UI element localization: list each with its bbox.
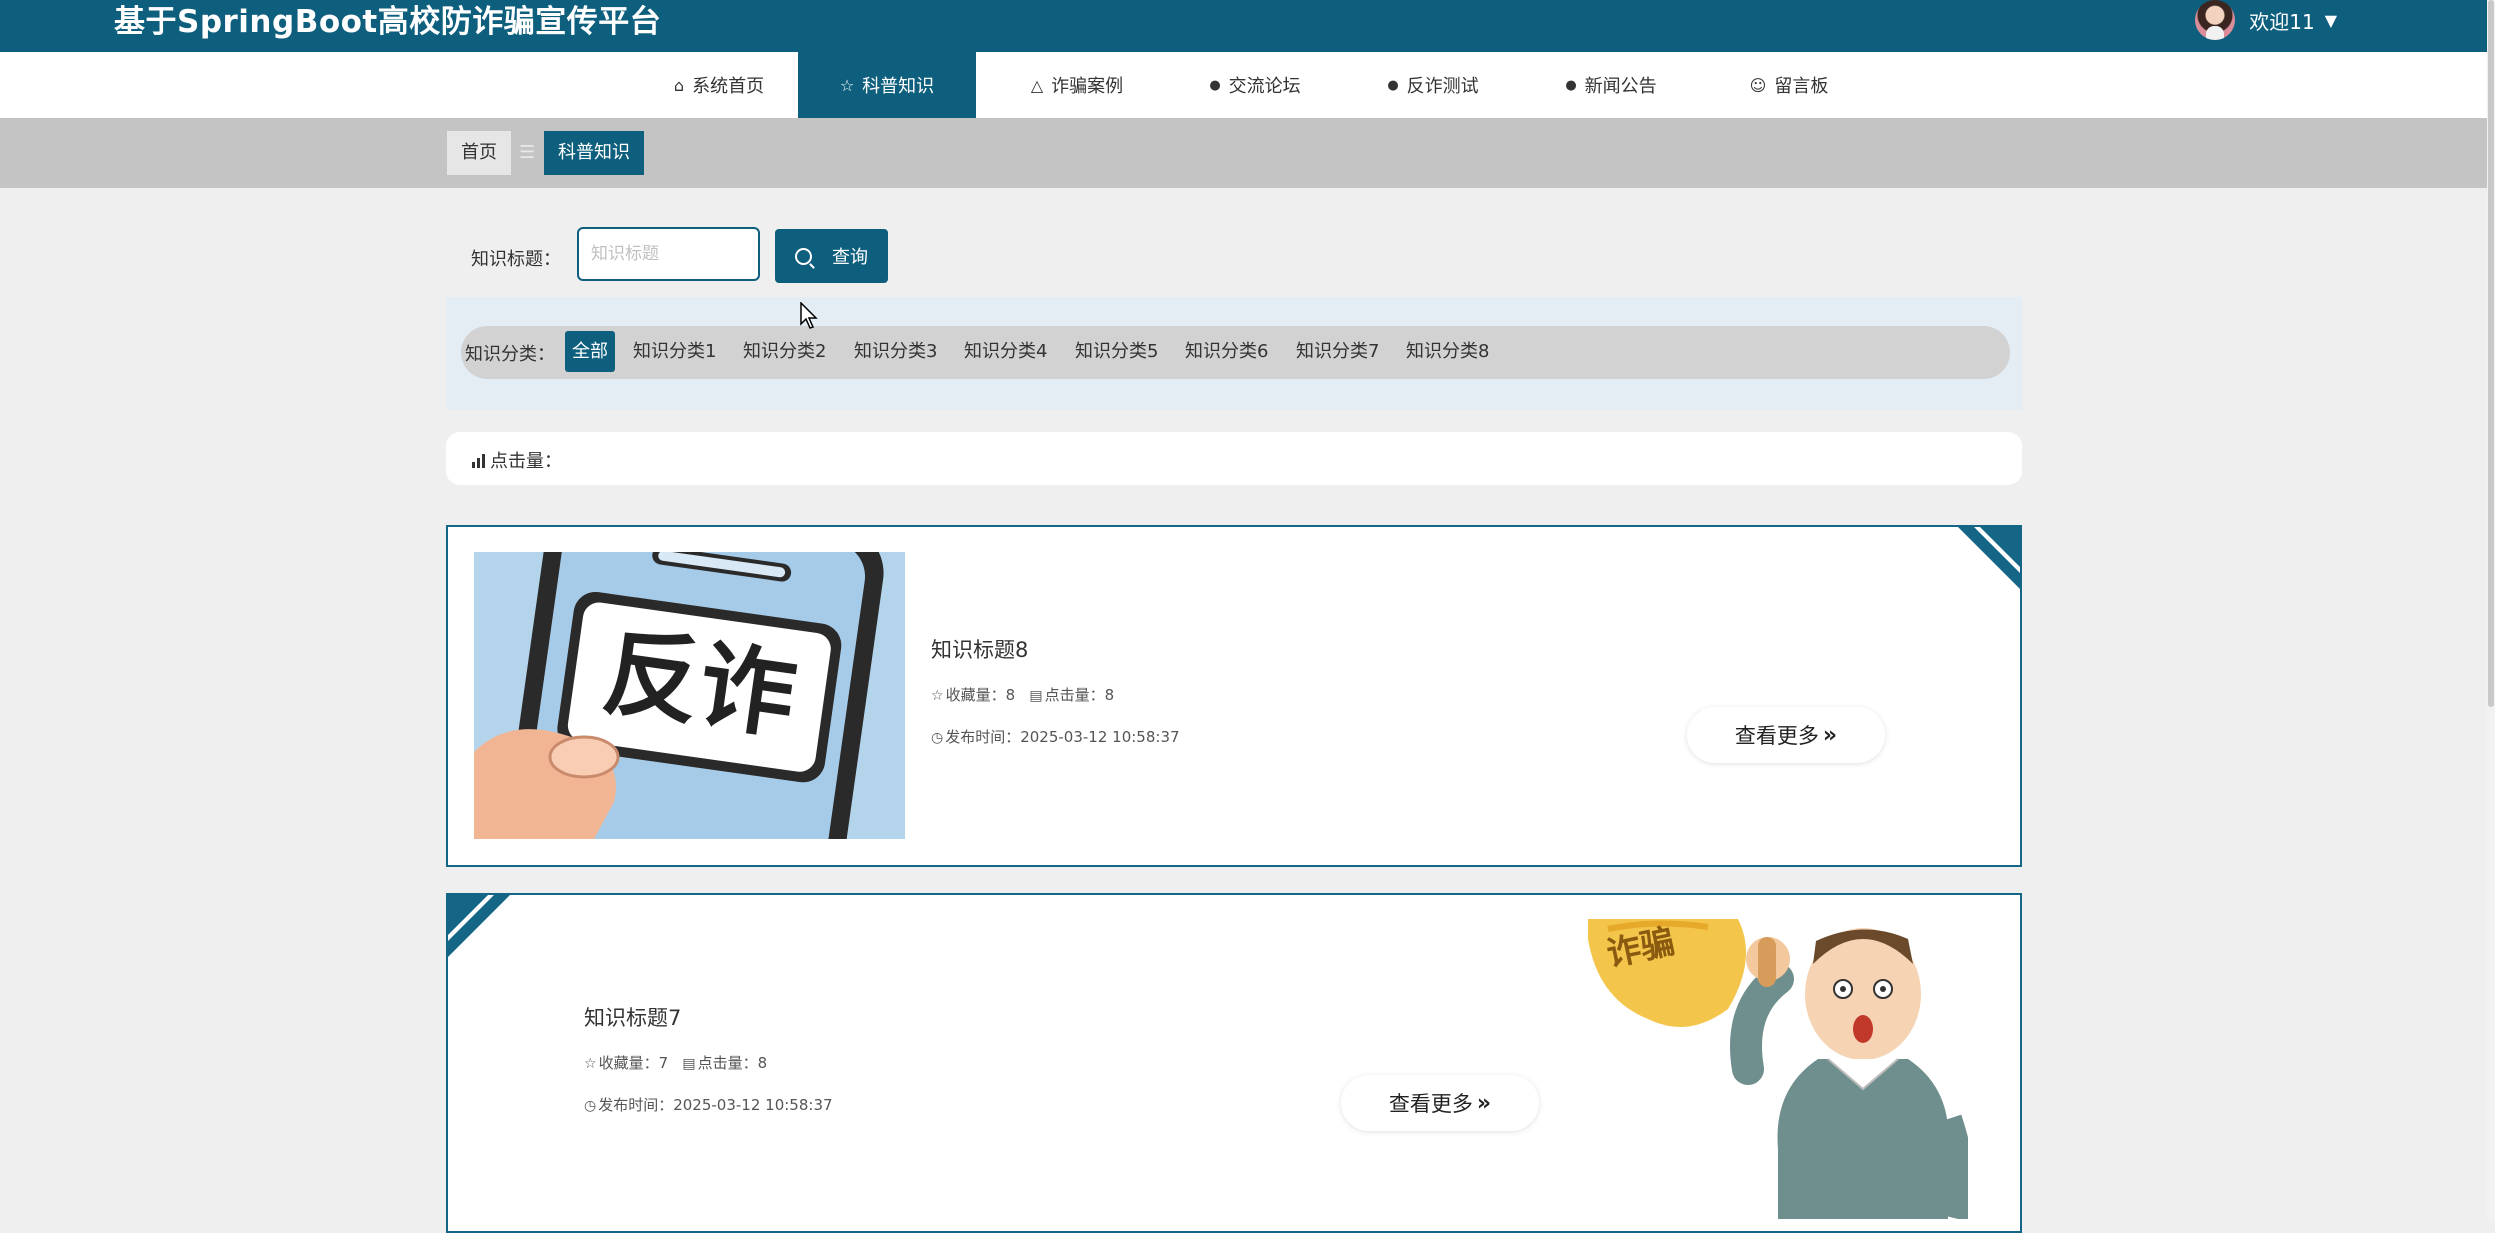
corner-decoration-core <box>448 895 488 935</box>
mouse-cursor-icon <box>800 302 818 329</box>
anti-fraud-phone-illustration: 反诈 <box>474 552 905 839</box>
star-icon: ☆ <box>584 1056 597 1072</box>
breadcrumb: 首页 ☰ 科普知识 <box>0 118 2487 188</box>
bag-icon: △ <box>1030 75 1044 95</box>
user-menu[interactable]: 欢迎11 ▼ <box>2195 0 2337 40</box>
search-icon <box>795 247 812 265</box>
knowledge-card[interactable]: 反诈 知识标题8 ☆ 收藏量：8 ▤ 点击量：8 ◷ 发布时间：2025-03-12 … <box>446 525 2022 867</box>
top-header: 基于SpringBoot高校防诈骗宣传平台 欢迎11 ▼ <box>0 0 2487 52</box>
favorites-count: 收藏量：7 <box>598 1054 669 1072</box>
category-item-4[interactable]: 知识分类4 <box>964 331 1047 372</box>
nav-label: 新闻公告 <box>1584 76 1657 97</box>
search-button[interactable]: 查询 <box>775 229 888 283</box>
knowledge-card[interactable]: 知识标题7 ☆ 收藏量：7 ▤ 点击量：8 ◷ 发布时间：2025-03-12 10:… <box>446 893 2022 1233</box>
question-circle-icon: ● <box>1387 77 1399 93</box>
smile-icon: ☺ <box>1749 75 1767 95</box>
category-item-1[interactable]: 知识分类1 <box>633 331 716 372</box>
star-icon: ☆ <box>931 688 944 704</box>
nav-item-home[interactable]: ⌂ 系统首页 <box>630 52 808 118</box>
view-more-button[interactable]: 查看更多» <box>1687 707 1885 763</box>
nav-label: 交流论坛 <box>1228 76 1301 97</box>
search-input[interactable] <box>577 227 760 281</box>
document-icon: ▤ <box>682 1056 696 1072</box>
sort-by-clicks-label: 点击量： <box>490 451 562 472</box>
card-time: ◷ 发布时间：2025-03-12 10:58:37 <box>931 726 1180 747</box>
scrollbar-thumb[interactable] <box>2488 0 2494 707</box>
category-item-5[interactable]: 知识分类5 <box>1075 331 1158 372</box>
nav-item-news[interactable]: ● 新闻公告 <box>1522 52 1700 118</box>
category-item-7[interactable]: 知识分类7 <box>1296 331 1379 372</box>
alert-circle-icon: ● <box>1209 77 1221 93</box>
site-title: 基于SpringBoot高校防诈骗宣传平台 <box>114 4 662 40</box>
nav-item-knowledge[interactable]: ☆ 科普知识 <box>798 52 976 118</box>
nav-label: 反诈测试 <box>1406 76 1479 97</box>
home-icon: ⌂ <box>673 75 685 95</box>
nav-label: 系统首页 <box>692 76 765 97</box>
category-item-2[interactable]: 知识分类2 <box>743 331 826 372</box>
view-more-label: 查看更多 <box>1734 724 1819 748</box>
sort-bar <box>446 432 2022 485</box>
info-circle-icon: ● <box>1565 77 1577 93</box>
nav-item-forum[interactable]: ● 交流论坛 <box>1166 52 1344 118</box>
clicks-count: 点击量：8 <box>1044 686 1115 704</box>
corner-decoration-core <box>1980 527 2020 567</box>
favorites-count: 收藏量：8 <box>945 686 1016 704</box>
nav-item-fraud-cases[interactable]: △ 诈骗案例 <box>988 52 1166 118</box>
publish-time: 发布时间：2025-03-12 10:58:37 <box>945 728 1180 746</box>
bar-chart-icon <box>472 454 488 468</box>
clock-icon: ◷ <box>931 730 944 746</box>
welcome-text[interactable]: 欢迎11 <box>2249 6 2314 35</box>
view-more-label: 查看更多 <box>1388 1092 1473 1116</box>
card-stats: ☆ 收藏量：7 ▤ 点击量：8 <box>584 1052 767 1073</box>
main-nav: ⌂ 系统首页 ☆ 科普知识 △ 诈骗案例 ● 交流论坛 ● 反诈测试 ● 新闻公… <box>0 52 2487 118</box>
nav-item-message-board[interactable]: ☺ 留言板 <box>1700 52 1878 118</box>
double-chevron-right-icon: » <box>1476 1090 1492 1116</box>
category-item-3[interactable]: 知识分类3 <box>854 331 937 372</box>
nav-label: 留言板 <box>1774 76 1829 97</box>
category-item-6[interactable]: 知识分类6 <box>1185 331 1268 372</box>
card-stats: ☆ 收藏量：8 ▤ 点击量：8 <box>931 684 1114 705</box>
clock-icon: ◷ <box>584 1098 597 1114</box>
search-label: 知识标题： <box>471 249 561 270</box>
card-image[interactable]: 诈骗 <box>1588 919 1976 1223</box>
fraud-call-man-illustration: 诈骗 <box>1588 919 1976 1223</box>
category-item-8[interactable]: 知识分类8 <box>1406 331 1489 372</box>
double-chevron-right-icon: » <box>1822 722 1838 748</box>
nav-label: 科普知识 <box>862 76 935 97</box>
clicks-count: 点击量：8 <box>697 1054 768 1072</box>
card-image[interactable]: 反诈 <box>474 552 905 839</box>
card-time: ◷ 发布时间：2025-03-12 10:58:37 <box>584 1094 833 1115</box>
view-more-button[interactable]: 查看更多» <box>1341 1075 1539 1131</box>
chevron-down-icon[interactable]: ▼ <box>2325 11 2337 30</box>
nav-item-anti-fraud-test[interactable]: ● 反诈测试 <box>1344 52 1522 118</box>
breadcrumb-home[interactable]: 首页 <box>447 131 511 175</box>
user-avatar[interactable] <box>2195 0 2236 40</box>
category-item-all[interactable]: 全部 <box>565 331 615 372</box>
publish-time: 发布时间：2025-03-12 10:58:37 <box>598 1096 833 1114</box>
card-title[interactable]: 知识标题7 <box>584 1002 681 1032</box>
star-icon: ☆ <box>839 75 855 95</box>
search-button-label: 查询 <box>832 247 868 268</box>
category-label: 知识分类： <box>465 344 555 365</box>
nav-label: 诈骗案例 <box>1051 76 1124 97</box>
sort-by-clicks[interactable]: 点击量： <box>472 447 562 473</box>
card-title[interactable]: 知识标题8 <box>931 634 1028 664</box>
breadcrumb-current: 科普知识 <box>544 131 644 175</box>
breadcrumb-separator-icon: ☰ <box>519 142 536 163</box>
document-icon: ▤ <box>1029 688 1043 704</box>
